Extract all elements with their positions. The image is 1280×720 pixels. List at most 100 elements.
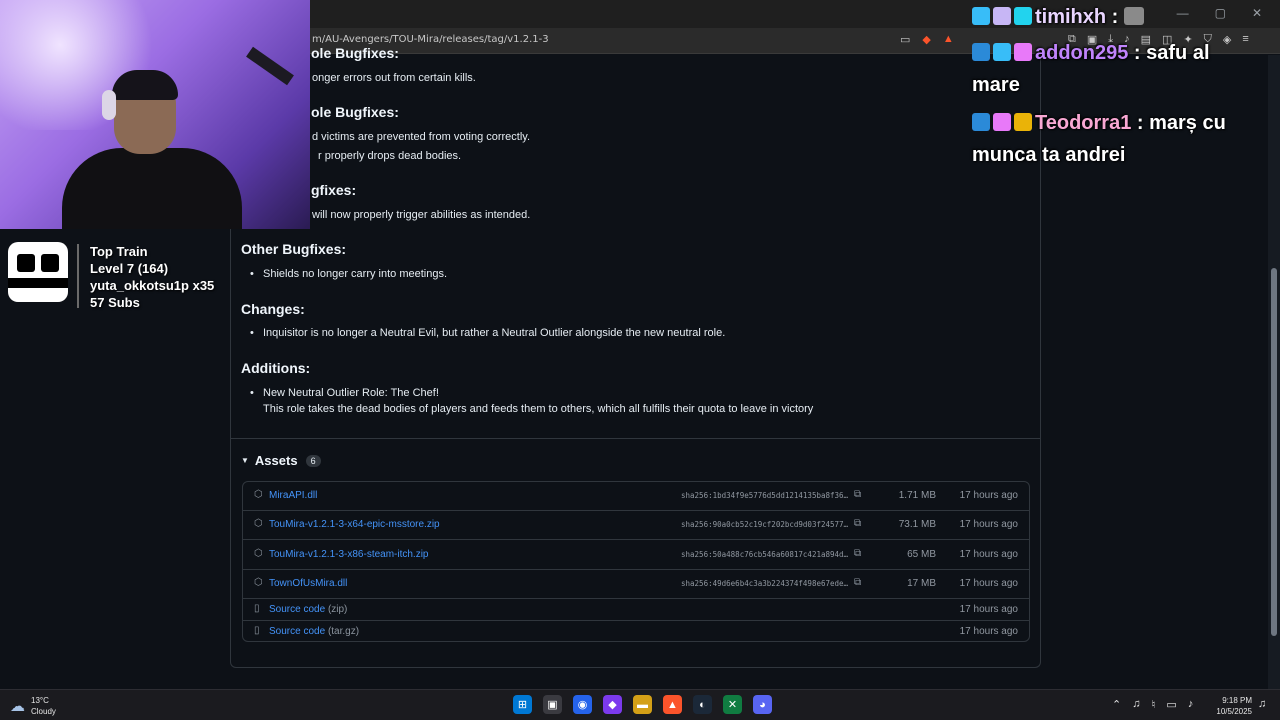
brave-shield-icon[interactable]: ◆	[922, 33, 930, 46]
microphone-icon[interactable]: ♮	[1151, 698, 1155, 711]
crown-badge-icon	[1014, 113, 1032, 131]
asset-sha: sha256:1bd34f9e5776d5dd1214135ba8f36…	[681, 491, 849, 500]
copy-icon[interactable]: ⧉	[854, 577, 861, 588]
asset-row: ⬡ TouMira-v1.2.1-3-x64-epic-msstore.zip …	[243, 511, 1029, 540]
release-note-line: onger errors out from certain kills.	[312, 72, 476, 84]
assets-title: Assets	[254, 453, 298, 468]
asset-row: ⬡ TouMira-v1.2.1-3-x86-steam-itch.zip sh…	[243, 540, 1029, 570]
asset-time: 17 hours ago	[959, 578, 1018, 589]
caret-down-icon: ▼	[241, 456, 249, 465]
asset-link[interactable]: Source code (zip)	[269, 604, 347, 615]
train-subs: 57 Subs	[90, 295, 140, 310]
release-note-line: will now properly trigger abilities as i…	[312, 209, 531, 221]
package-icon: ⬡	[254, 548, 263, 559]
network-icon[interactable]: ▭	[1166, 698, 1176, 711]
release-note-line: New Neutral Outlier Role: The Chef!	[250, 387, 439, 399]
copy-icon[interactable]: ⧉	[854, 548, 861, 559]
asset-size: 1.71 MB	[898, 490, 936, 501]
asset-row: ▯ Source code (zip) 17 hours ago	[243, 599, 1029, 621]
discord-icon[interactable]: ◕	[753, 695, 772, 714]
chat-message-continued: mare	[972, 74, 1020, 96]
clock-date: 10/5/2025	[1216, 707, 1252, 716]
brave-browser-icon[interactable]: ▲	[663, 695, 682, 714]
url-text[interactable]: m/AU-Avengers/TOU-Mira/releases/tag/v1.2…	[312, 34, 549, 45]
webcam-overlay	[0, 0, 310, 229]
asset-link[interactable]: TouMira-v1.2.1-3-x64-epic-msstore.zip	[269, 519, 440, 530]
asset-link[interactable]: Source code (tar.gz)	[269, 626, 359, 637]
excel-icon[interactable]: ✕	[723, 695, 742, 714]
streamer	[62, 70, 262, 229]
asset-row: ⬡ TownOfUsMira.dll sha256:49d6e6b4c3a3b2…	[243, 570, 1029, 599]
copy-icon[interactable]: ⧉	[854, 518, 861, 529]
release-note-line: Shields no longer carry into meetings.	[250, 268, 447, 280]
release-note-line: This role takes the dead bodies of playe…	[263, 403, 814, 415]
package-icon: ⬡	[254, 518, 263, 529]
chat-text: marș cu	[1143, 112, 1226, 134]
steam-icon[interactable]: ◐	[693, 695, 712, 714]
screen: — ▢ ✕ m/AU-Avengers/TOU-Mira/releases/ta…	[0, 0, 1280, 720]
speaker-icon[interactable]: ♪	[1188, 698, 1194, 711]
copilot-icon[interactable]: ◆	[603, 695, 622, 714]
asset-link[interactable]: TouMira-v1.2.1-3-x86-steam-itch.zip	[269, 549, 429, 560]
system-tray: ⌃ ♫ ♮ ▭ ♪	[1112, 698, 1193, 711]
chat-message: addon295 : safu al	[972, 36, 1210, 70]
notification-bell-icon[interactable]: ♫	[1258, 698, 1266, 710]
sub-badge-icon	[972, 7, 990, 25]
release-heading: Changes:	[241, 301, 305, 317]
train-title: Top Train	[90, 244, 148, 259]
widgets-icon[interactable]: ◉	[573, 695, 592, 714]
sword-badge-icon	[972, 113, 990, 131]
clock-time: 9:18 PM	[1222, 696, 1252, 705]
asset-row: ▯ Source code (tar.gz) 17 hours ago	[243, 621, 1029, 642]
assets-toggle[interactable]: ▼ Assets 6	[241, 453, 321, 468]
release-note-line: d victims are prevented from voting corr…	[312, 131, 531, 143]
asset-format: (tar.gz)	[327, 626, 360, 637]
asset-time: 17 hours ago	[959, 490, 1018, 501]
brave-rewards-icon[interactable]: ▲	[943, 33, 954, 46]
asset-size: 73.1 MB	[898, 519, 936, 530]
release-note-line: Inquisitor is no longer a Neutral Evil, …	[250, 327, 725, 339]
cloud-icon: ☁	[10, 698, 25, 715]
hat-badge-icon	[993, 7, 1011, 25]
release-heading: Other Bugfixes:	[241, 241, 347, 257]
train-stripe	[8, 278, 68, 288]
chat-username: Teodorra1	[1035, 112, 1132, 134]
release-heading: gfixes:	[311, 182, 357, 198]
release-heading: ole Bugfixes:	[311, 104, 399, 120]
chat-username: timihxh	[1035, 6, 1107, 28]
gg-badge-icon	[1014, 7, 1032, 25]
package-icon: ⬡	[254, 489, 263, 500]
weather-condition: Cloudy	[31, 707, 56, 716]
release-note-line: r properly drops dead bodies.	[318, 150, 462, 162]
top-train-widget: Top Train Level 7 (164) yuta_okkotsu1p x…	[0, 231, 230, 315]
hat-badge-icon	[1014, 43, 1032, 61]
volume-icon[interactable]: ♫	[1132, 698, 1140, 711]
asset-time: 17 hours ago	[959, 519, 1018, 530]
chat-username: addon295	[1035, 42, 1129, 64]
cast-icon[interactable]: ▭	[900, 33, 910, 46]
train-level: Level 7 (164)	[90, 261, 169, 276]
address-bar-icons: ▭ ◆ ▲	[900, 33, 954, 46]
asset-sha: sha256:49d6e6b4c3a3b224374f498e67ede…	[681, 579, 849, 588]
asset-format: (zip)	[327, 604, 348, 615]
asset-link[interactable]: MiraAPI.dll	[269, 490, 317, 501]
divider	[77, 244, 79, 308]
asset-size: 17 MB	[907, 578, 936, 589]
weather-widget[interactable]: ☁ 13°C Cloudy	[10, 695, 56, 717]
file-explorer-icon[interactable]: ▬	[633, 695, 652, 714]
asset-size: 65 MB	[907, 549, 936, 560]
asset-link[interactable]: TownOfUsMira.dll	[269, 578, 347, 589]
chat-overlay: timihxh : addon295 : safu al mare Teodor…	[972, 0, 1272, 175]
sub-badge-icon	[993, 43, 1011, 61]
task-view-icon[interactable]: ▣	[543, 695, 562, 714]
asset-list: ⬡ MiraAPI.dll sha256:1bd34f9e5776d5dd121…	[242, 481, 1030, 642]
copy-icon[interactable]: ⧉	[854, 489, 861, 500]
clock[interactable]: 9:18 PM 10/5/2025	[1212, 695, 1252, 717]
scroll-thumb[interactable]	[1271, 268, 1277, 636]
temperature: 13°C	[31, 696, 49, 705]
train-user: yuta_okkotsu1p x35	[90, 278, 215, 293]
chevron-up-icon[interactable]: ⌃	[1112, 698, 1121, 711]
streamer-cap	[112, 70, 178, 100]
release-heading: ole Bugfixes:	[311, 45, 399, 61]
windows-start-icon[interactable]: ⊞	[513, 695, 532, 714]
